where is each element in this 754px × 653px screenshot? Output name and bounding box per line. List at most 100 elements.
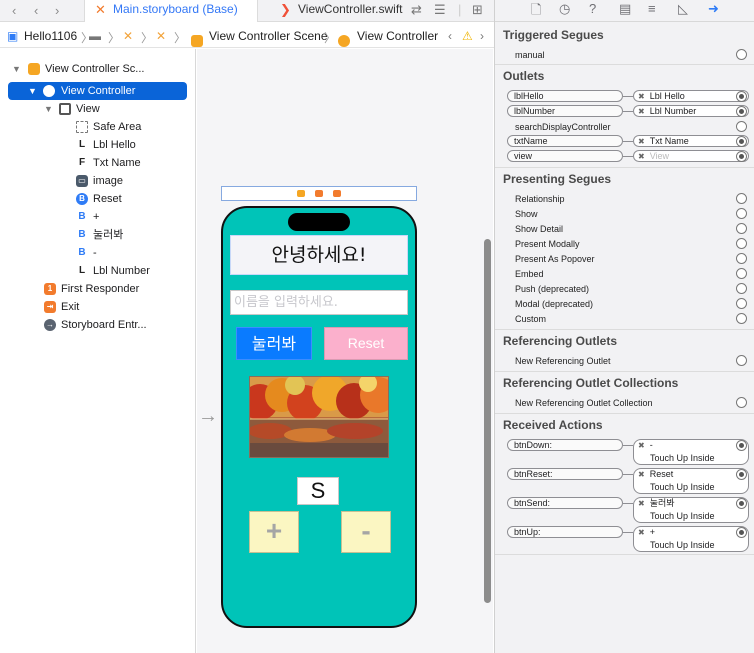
action-target[interactable]: ✖ - Touch Up Inside bbox=[633, 439, 749, 465]
entry-point-arrow-icon[interactable]: → bbox=[198, 405, 218, 428]
outlet-target[interactable]: ✖ Txt Name bbox=[633, 135, 749, 147]
outline-row-view-controller[interactable]: ▼ View Controller bbox=[8, 82, 187, 100]
action-target[interactable]: ✖ 눌러봐 Touch Up Inside bbox=[633, 497, 749, 523]
view-controller-frame[interactable]: 안녕하세요! 이름을 입력하세요. 눌러봐 Reset S + - bbox=[221, 206, 417, 628]
attributes-inspector-icon[interactable]: ≡ bbox=[648, 1, 656, 16]
outline-row-reset[interactable]: B Reset bbox=[0, 190, 196, 208]
disconnect-icon[interactable]: ✖ bbox=[638, 470, 645, 479]
outline-row-label: 눌러봐 bbox=[93, 229, 124, 241]
disconnect-icon[interactable]: ✖ bbox=[638, 152, 645, 161]
outlet-target[interactable]: ✖ View bbox=[633, 150, 749, 162]
chevron-right-icon[interactable]: › bbox=[480, 29, 484, 43]
outline-row-label: Reset bbox=[93, 193, 122, 205]
identity-inspector-icon[interactable]: ▤ bbox=[619, 1, 631, 17]
segue-connector[interactable] bbox=[736, 253, 747, 264]
outline-row-plus[interactable]: B + bbox=[0, 208, 196, 226]
storyboard-icon[interactable]: ✕ bbox=[123, 29, 133, 43]
forward-chevron-icon[interactable]: ‹ bbox=[34, 3, 38, 18]
segue-connector[interactable] bbox=[736, 208, 747, 219]
minus-button[interactable]: - bbox=[341, 511, 391, 553]
outlet-connector[interactable] bbox=[736, 151, 747, 162]
storyboard-base-icon[interactable]: ✕ bbox=[156, 29, 166, 43]
reset-button[interactable]: Reset bbox=[324, 327, 408, 360]
outline-row-send[interactable]: B 눌러봐 bbox=[0, 226, 196, 244]
outline-row-lbl-hello[interactable]: L Lbl Hello bbox=[0, 136, 196, 154]
outline-row-minus[interactable]: B - bbox=[0, 244, 196, 262]
outline-row-safe-area[interactable]: Safe Area bbox=[0, 118, 196, 136]
breadcrumb-controller[interactable]: View Controller bbox=[357, 29, 438, 43]
outlet-connector[interactable] bbox=[736, 91, 747, 102]
action-connector[interactable] bbox=[736, 469, 747, 480]
first-responder-icon[interactable] bbox=[315, 190, 323, 197]
forward-chevron-icon-2[interactable]: › bbox=[55, 3, 59, 18]
action-target[interactable]: ✖ + Touch Up Inside bbox=[633, 526, 749, 552]
disconnect-icon[interactable]: ✖ bbox=[638, 107, 645, 116]
outlet-connector[interactable] bbox=[736, 106, 747, 117]
split-editor-icon[interactable]: ⊞ bbox=[472, 2, 483, 18]
txt-name-field[interactable]: 이름을 입력하세요. bbox=[230, 290, 408, 315]
storyboard-canvas[interactable]: → 안녕하세요! 이름을 입력하세요. 눌러봐 Reset S + - bbox=[197, 49, 493, 653]
chevron-left-icon[interactable]: ‹ bbox=[448, 29, 452, 43]
outlet-target[interactable]: ✖ Lbl Hello bbox=[633, 90, 749, 102]
segue-connector[interactable] bbox=[736, 238, 747, 249]
disclosure-icon[interactable]: ▼ bbox=[28, 82, 37, 100]
outlet-target[interactable]: ✖ Lbl Number bbox=[633, 105, 749, 117]
file-inspector-icon[interactable]: 🗋 bbox=[531, 1, 541, 23]
outlet-name: txtName bbox=[507, 135, 623, 147]
connections-inspector-icon[interactable]: ➜ bbox=[708, 1, 719, 17]
history-inspector-icon[interactable]: ◷ bbox=[559, 1, 570, 17]
segue-connector[interactable] bbox=[736, 298, 747, 309]
back-chevron-icon[interactable]: ‹ bbox=[12, 3, 16, 18]
tab-main-storyboard[interactable]: ✕ Main.storyboard (Base) bbox=[84, 0, 258, 22]
new-collection-connector[interactable] bbox=[736, 397, 747, 408]
disconnect-icon[interactable]: ✖ bbox=[638, 92, 645, 101]
action-target[interactable]: ✖ Reset Touch Up Inside bbox=[633, 468, 749, 494]
exit-icon[interactable] bbox=[333, 190, 341, 197]
outline-row-first-responder[interactable]: 1 First Responder bbox=[0, 280, 196, 298]
breadcrumb-scene[interactable]: View Controller Scene bbox=[209, 29, 328, 43]
outlet-connector[interactable] bbox=[736, 121, 747, 132]
outline-row-view[interactable]: ▼ View bbox=[0, 100, 196, 118]
disconnect-icon[interactable]: ✖ bbox=[638, 441, 645, 450]
outlet-connector[interactable] bbox=[736, 136, 747, 147]
send-button[interactable]: 눌러봐 bbox=[236, 327, 312, 360]
outline-row-image[interactable]: ▭ image bbox=[0, 172, 196, 190]
disconnect-icon[interactable]: ✖ bbox=[638, 528, 645, 537]
segue-manual-connector[interactable] bbox=[736, 49, 747, 60]
outline-row-storyboard-entry[interactable]: → Storyboard Entr... bbox=[0, 316, 196, 334]
editor-options-icon[interactable]: ☰ bbox=[434, 2, 446, 18]
action-connector[interactable] bbox=[736, 440, 747, 451]
plus-button[interactable]: + bbox=[249, 511, 299, 553]
outline-row-lbl-number[interactable]: L Lbl Number bbox=[0, 262, 196, 280]
segue-connector[interactable] bbox=[736, 283, 747, 294]
action-connector[interactable] bbox=[736, 527, 747, 538]
segue-connector[interactable] bbox=[736, 268, 747, 279]
view-controller-icon[interactable] bbox=[297, 190, 305, 197]
swap-icon[interactable]: ⇄ bbox=[411, 2, 422, 18]
breadcrumb-project[interactable]: Hello1106 bbox=[24, 29, 77, 43]
outline-row-exit[interactable]: ⇥ Exit bbox=[0, 298, 196, 316]
outlet-name: lblNumber bbox=[507, 105, 623, 117]
outline-row-scene[interactable]: ▼ View Controller Sc... bbox=[0, 60, 196, 78]
size-inspector-icon[interactable]: ◺ bbox=[678, 1, 688, 17]
segue-connector[interactable] bbox=[736, 313, 747, 324]
tab-viewcontroller-swift[interactable]: ❯ ViewController.swift bbox=[270, 0, 410, 22]
disclosure-icon[interactable]: ▼ bbox=[44, 100, 53, 118]
segue-connector[interactable] bbox=[736, 223, 747, 234]
help-inspector-icon[interactable]: ? bbox=[589, 1, 596, 16]
autumn-image[interactable] bbox=[249, 376, 389, 458]
warning-icon[interactable]: ⚠ bbox=[462, 29, 473, 43]
scene-dock[interactable] bbox=[221, 186, 417, 201]
disconnect-icon[interactable]: ✖ bbox=[638, 499, 645, 508]
outline-row-txt-name[interactable]: F Txt Name bbox=[0, 154, 196, 172]
new-referencing-outlet-connector[interactable] bbox=[736, 355, 747, 366]
segue-connector[interactable] bbox=[736, 193, 747, 204]
disconnect-icon[interactable]: ✖ bbox=[638, 137, 645, 146]
lbl-number[interactable]: S bbox=[297, 477, 339, 505]
action-connector[interactable] bbox=[736, 498, 747, 509]
section-referencing-outlets: Referencing Outlets New Referencing Outl… bbox=[495, 330, 754, 372]
canvas-scrollbar[interactable] bbox=[484, 239, 491, 603]
lbl-hello[interactable]: 안녕하세요! bbox=[230, 235, 408, 275]
disclosure-icon[interactable]: ▼ bbox=[12, 60, 21, 78]
folder-icon[interactable]: ▬ bbox=[89, 29, 101, 43]
